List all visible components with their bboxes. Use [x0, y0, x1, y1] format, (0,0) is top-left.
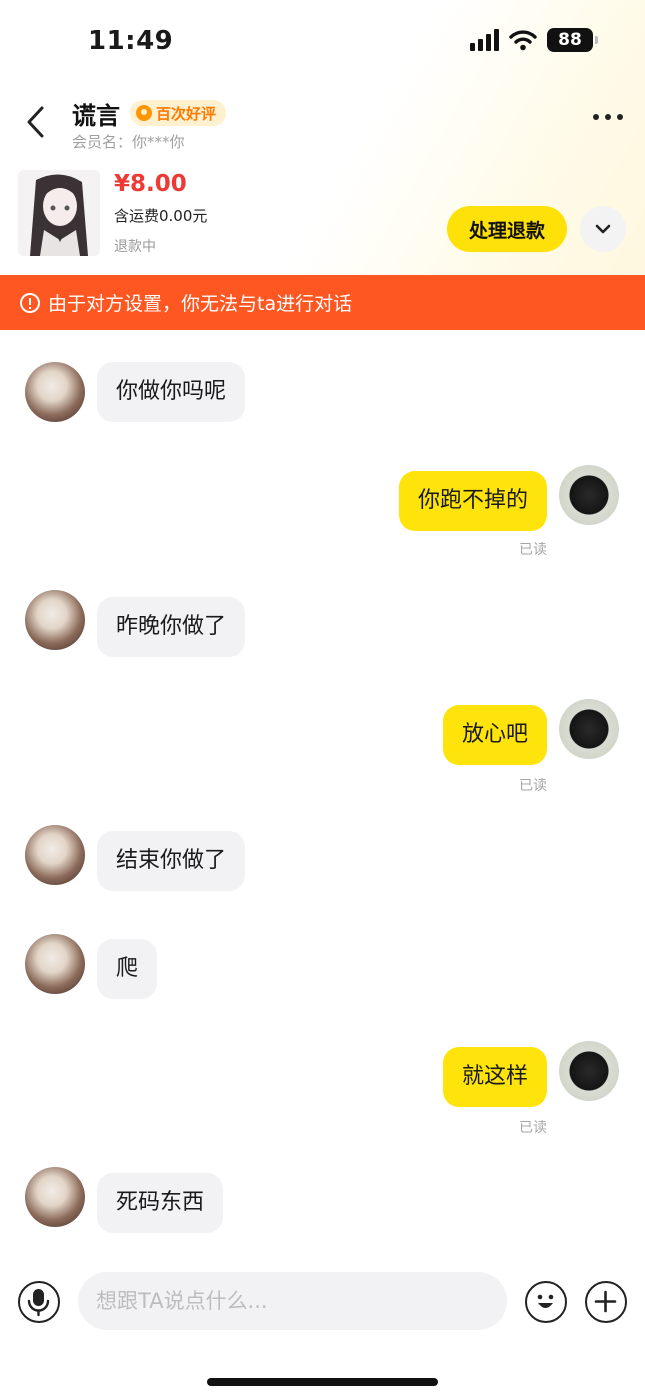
message-bubble[interactable]: 你做你吗呢	[97, 362, 246, 422]
order-status: 退款中	[114, 239, 156, 255]
product-price: ¥8.00	[114, 171, 187, 197]
chat-restricted-banner: 由于对方设置，你无法与ta进行对话	[0, 275, 645, 330]
microphone-icon	[27, 1289, 50, 1317]
message-bubble[interactable]: 结束你做了	[97, 831, 246, 891]
avatar[interactable]	[25, 825, 85, 885]
status-icons: 88	[470, 28, 598, 52]
plus-button[interactable]	[585, 1281, 627, 1323]
avatar[interactable]	[25, 590, 85, 650]
member-name: 会员名：你***你	[72, 133, 185, 151]
message-bubble[interactable]: 就这样	[442, 1047, 547, 1107]
message-bubble[interactable]: 昨晚你做了	[97, 597, 246, 657]
message-bubble[interactable]: 死码东西	[97, 1173, 224, 1233]
warning-icon	[20, 292, 40, 313]
product-thumbnail[interactable]	[18, 170, 100, 256]
chevron-down-icon	[595, 224, 611, 234]
plus-icon	[594, 1290, 617, 1313]
message-bubble[interactable]: 爬	[97, 939, 158, 999]
message-bubble[interactable]: 你跑不掉的	[398, 471, 547, 531]
emoji-icon	[537, 1294, 554, 1308]
avatar[interactable]	[25, 362, 85, 422]
badge-label: 百次好评	[156, 104, 217, 123]
banner-text: 由于对方设置，你无法与ta进行对话	[48, 293, 353, 315]
read-receipt: 已读	[519, 1120, 547, 1136]
process-refund-button[interactable]: 处理退款	[447, 206, 567, 252]
avatar[interactable]	[559, 1041, 619, 1101]
home-indicator[interactable]	[207, 1378, 438, 1386]
emoji-button[interactable]	[525, 1281, 567, 1323]
more-dots-icon[interactable]	[593, 114, 623, 120]
avatar[interactable]	[25, 934, 85, 994]
message-input[interactable]	[78, 1272, 507, 1330]
chevron-left-icon[interactable]	[22, 104, 52, 140]
shipping-fee: 含运费0.00元	[114, 207, 208, 225]
wifi-icon	[509, 30, 537, 51]
read-receipt: 已读	[519, 542, 547, 558]
expand-button[interactable]	[580, 206, 626, 252]
badge-icon	[136, 105, 152, 121]
voice-button[interactable]	[18, 1281, 60, 1323]
message-bubble[interactable]: 放心吧	[442, 705, 547, 765]
signal-icon	[470, 29, 499, 51]
battery-icon: 88	[547, 28, 598, 52]
avatar[interactable]	[559, 699, 619, 759]
avatar[interactable]	[25, 1167, 85, 1227]
page-title[interactable]: 谎言	[72, 96, 120, 131]
avatar[interactable]	[559, 465, 619, 525]
read-receipt: 已读	[519, 778, 547, 794]
status-time: 11:49	[88, 26, 174, 56]
rating-badge: 百次好评	[130, 100, 227, 126]
